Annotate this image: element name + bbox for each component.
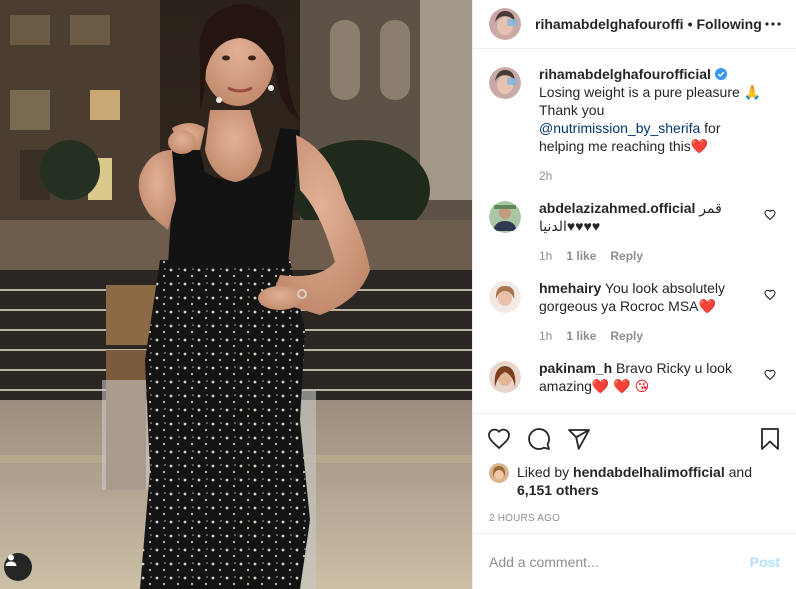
heart-emoji: ❤️: [690, 138, 709, 154]
caption-body: Losing weight is a pure pleasure 🙏 Thank…: [539, 84, 762, 118]
comment-item: abdelazizahmed.official قمر الدنيا♥♥♥♥ 1…: [489, 199, 780, 263]
comment-likes[interactable]: 1 like: [566, 329, 596, 343]
instagram-post: rihamabdelghafouroffi • Following rihama…: [0, 0, 796, 589]
comment-like-icon[interactable]: [764, 209, 776, 221]
avatar[interactable]: [489, 361, 521, 393]
caption-time[interactable]: 2h: [539, 169, 552, 183]
likes-summary: Liked by hendabdelhalimofficial and 6,15…: [473, 463, 796, 503]
comment-text: hmehairy You look absolutely gorgeous ya…: [539, 279, 762, 315]
heart-outline-icon[interactable]: [487, 427, 511, 451]
header-separator: •: [687, 16, 693, 32]
avatar[interactable]: [489, 463, 509, 483]
comment-like-icon[interactable]: [764, 289, 776, 301]
caption-username[interactable]: rihamabdelghafourofficial: [539, 66, 711, 82]
add-comment-bar: Post: [473, 533, 796, 589]
comment-text: pakinam_h Bravo Ricky u look amazing❤️ ❤…: [539, 359, 762, 395]
likes-others[interactable]: 6,151 others: [517, 482, 599, 498]
bookmark-icon[interactable]: [758, 427, 782, 451]
likes-text: Liked by hendabdelhalimofficial and 6,15…: [517, 463, 752, 499]
comment-time[interactable]: 1h: [539, 249, 552, 263]
comment-item: hmehairy You look absolutely gorgeous ya…: [489, 279, 780, 343]
likes-prefix: Liked by: [517, 464, 574, 480]
post-photo[interactable]: [0, 0, 472, 589]
comments-list[interactable]: rihamabdelghafourofficial Losing weight …: [473, 49, 796, 413]
post-side-panel: rihamabdelghafouroffi • Following rihama…: [472, 0, 796, 589]
comment-username[interactable]: pakinam_h: [539, 360, 612, 376]
avatar[interactable]: [489, 201, 521, 233]
ellipsis-icon: [765, 22, 781, 26]
post-timestamp[interactable]: 2 HOURS AGO: [473, 503, 796, 533]
liker-username[interactable]: hendabdelhalimofficial: [573, 464, 725, 480]
header-username[interactable]: rihamabdelghafouroffi: [535, 16, 684, 32]
more-options-button[interactable]: [762, 12, 784, 36]
comment-text: abdelazizahmed.official قمر الدنيا♥♥♥♥: [539, 199, 762, 235]
reply-button[interactable]: Reply: [610, 329, 643, 343]
comment-username[interactable]: abdelazizahmed.official: [539, 200, 695, 216]
following-button[interactable]: Following: [696, 16, 761, 32]
avatar[interactable]: [489, 281, 521, 313]
caption-mention[interactable]: @nutrimission_by_sherifa: [539, 120, 700, 136]
likes-middle: and: [724, 464, 752, 480]
avatar[interactable]: [489, 8, 521, 40]
verified-badge-icon: [714, 68, 727, 80]
caption-text: rihamabdelghafourofficial Losing weight …: [539, 65, 762, 155]
avatar[interactable]: [489, 67, 521, 99]
comment-bubble-icon[interactable]: [527, 427, 551, 451]
tag-people-button[interactable]: [4, 553, 32, 581]
post-header: rihamabdelghafouroffi • Following: [473, 0, 796, 49]
caption: rihamabdelghafourofficial Losing weight …: [489, 65, 780, 183]
action-bar: [473, 413, 796, 463]
comment-likes[interactable]: 1 like: [566, 249, 596, 263]
photo-scene: [0, 0, 472, 589]
comment-item: pakinam_h Bravo Ricky u look amazing❤️ ❤…: [489, 359, 780, 395]
comment-input[interactable]: [489, 553, 750, 570]
post-comment-button[interactable]: Post: [750, 554, 780, 570]
person-tag-icon: [5, 554, 17, 566]
comment-like-icon[interactable]: [764, 369, 776, 381]
comment-time[interactable]: 1h: [539, 329, 552, 343]
emoji-sequence: ❤️ ❤️ 😘: [591, 378, 650, 394]
reply-button[interactable]: Reply: [610, 249, 643, 263]
heart-emoji: ❤️: [698, 298, 716, 314]
paper-plane-icon[interactable]: [567, 427, 591, 451]
comment-username[interactable]: hmehairy: [539, 280, 601, 296]
